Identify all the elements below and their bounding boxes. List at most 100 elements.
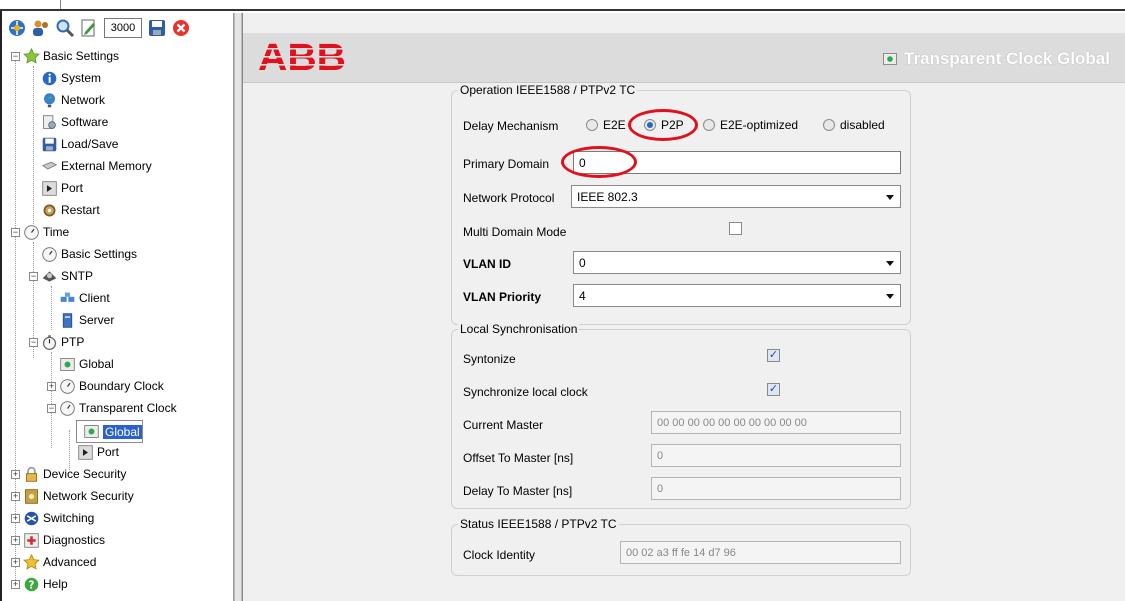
basic-settings-collapse-toggle[interactable]: − [11, 52, 20, 61]
page-title: Transparent Clock Global [882, 49, 1110, 69]
tree-sntp[interactable]: SNTP [40, 266, 93, 286]
tree-ptp-global[interactable]: Global [58, 354, 114, 374]
close-icon[interactable] [170, 17, 192, 39]
page-title-text: Transparent Clock Global [904, 49, 1110, 68]
chevron-down-icon [886, 294, 894, 299]
tree-software[interactable]: Software [40, 112, 108, 132]
primary-domain-label: Primary Domain [463, 157, 550, 171]
tree-network[interactable]: Network [40, 90, 105, 110]
server-icon [58, 311, 76, 329]
stopwatch-icon [40, 333, 58, 351]
global-icon [58, 355, 76, 373]
boundary-clock-expand-toggle[interactable]: + [47, 382, 56, 391]
chevron-down-icon [886, 261, 894, 266]
sntp-collapse-toggle[interactable]: − [29, 272, 38, 281]
chevron-down-icon [886, 195, 894, 200]
tree-restart[interactable]: Restart [40, 200, 100, 220]
port-icon [76, 443, 94, 461]
clock-icon [58, 377, 76, 395]
clock-identity-label: Clock Identity [463, 548, 536, 562]
radio-dot [586, 119, 598, 131]
tree-external-memory[interactable]: External Memory [40, 156, 152, 176]
tree-time[interactable]: Time [22, 222, 69, 242]
tree-basic-settings[interactable]: Basic Settings [22, 46, 119, 66]
tree-system[interactable]: System [40, 68, 101, 88]
global-icon [883, 53, 897, 65]
help-expand-toggle[interactable]: + [11, 580, 20, 589]
vlan-id-select[interactable]: 0 [573, 251, 901, 274]
delay-e2e-radio[interactable]: E2E [586, 118, 626, 132]
tree-help[interactable]: ? Help [22, 574, 68, 594]
advanced-expand-toggle[interactable]: + [11, 558, 20, 567]
multi-domain-checkbox[interactable] [729, 222, 742, 235]
app-window: 3000 − Basic Settings System Network Sof… [0, 0, 1125, 601]
tree-port[interactable]: Port [40, 178, 83, 198]
syntonize-checkbox[interactable]: ✓ [767, 349, 780, 362]
p2p-annotation-ring [628, 109, 698, 141]
vlan-priority-label: VLAN Priority [463, 290, 542, 304]
port-icon [40, 179, 58, 197]
tree-ptp[interactable]: PTP [40, 332, 84, 352]
memory-card-icon [40, 157, 58, 175]
star-icon [22, 47, 40, 65]
network-protocol-label: Network Protocol [463, 191, 555, 205]
tree-boundary-clock[interactable]: Boundary Clock [58, 376, 164, 396]
clock-icon [22, 223, 40, 241]
ptp-collapse-toggle[interactable]: − [29, 338, 38, 347]
device-security-expand-toggle[interactable]: + [11, 470, 20, 479]
switching-expand-toggle[interactable]: + [11, 514, 20, 523]
delay-disabled-radio[interactable]: disabled [823, 118, 885, 132]
vlan-priority-select[interactable]: 4 [573, 284, 901, 307]
clock-identity-field: 00 02 a3 ff fe 14 d7 96 [620, 541, 901, 564]
transparent-clock-collapse-toggle[interactable]: − [47, 404, 56, 413]
tree-server[interactable]: Server [58, 310, 114, 330]
delay-to-master-field: 0 [651, 477, 901, 500]
floppy-icon [40, 135, 58, 153]
lock-icon [22, 465, 40, 483]
svg-text:?: ? [28, 580, 34, 591]
offset-to-master-field: 0 [651, 444, 901, 467]
badge-icon [22, 487, 40, 505]
client-icon [58, 289, 76, 307]
users-icon[interactable] [30, 17, 52, 39]
tree-tc-port[interactable]: Port [76, 442, 119, 462]
sntp-icon [40, 267, 58, 285]
window-top-strip [0, 0, 1125, 11]
diagnostics-expand-toggle[interactable]: + [11, 536, 20, 545]
tree-device-security[interactable]: Device Security [22, 464, 126, 484]
tree-time-basic-settings[interactable]: Basic Settings [40, 244, 137, 264]
main-panel: ABB Transparent Clock Global Operation I… [242, 13, 1125, 601]
splitter[interactable] [234, 13, 242, 601]
time-collapse-toggle[interactable]: − [11, 228, 20, 237]
poll-interval-field[interactable]: 3000 [104, 18, 142, 38]
network-security-expand-toggle[interactable]: + [11, 492, 20, 501]
network-protocol-select[interactable]: IEEE 802.3 [571, 185, 901, 208]
info-icon [40, 69, 58, 87]
globe-icon [40, 91, 58, 109]
delay-e2e-optimized-radio[interactable]: E2E-optimized [703, 118, 798, 132]
toolbar: 3000 [6, 14, 192, 42]
tree-load-save[interactable]: Load/Save [40, 134, 118, 154]
edit-icon[interactable] [78, 17, 100, 39]
search-icon[interactable] [54, 17, 76, 39]
current-master-field: 00 00 00 00 00 00 00 00 00 00 [651, 411, 901, 434]
clock-icon [58, 399, 76, 417]
delay-mechanism-label: Delay Mechanism [463, 119, 559, 133]
radio-dot [703, 119, 715, 131]
abb-logo: ABB [257, 37, 347, 76]
vlan-id-label: VLAN ID [463, 257, 511, 271]
switching-icon [22, 509, 40, 527]
tree-transparent-clock[interactable]: Transparent Clock [58, 398, 177, 418]
tree-advanced[interactable]: Advanced [22, 552, 96, 572]
tree-client[interactable]: Client [58, 288, 110, 308]
radio-dot [823, 119, 835, 131]
tree-switching[interactable]: Switching [22, 508, 94, 528]
network-icon[interactable] [6, 17, 28, 39]
delay-to-master-label: Delay To Master [ns] [463, 484, 573, 498]
save-icon[interactable] [146, 17, 168, 39]
tree-network-security[interactable]: Network Security [22, 486, 134, 506]
local-sync-group-title: Local Synchronisation [458, 322, 580, 336]
sync-local-clock-checkbox[interactable]: ✓ [767, 383, 780, 396]
tree-tc-global[interactable]: Global [76, 420, 143, 443]
tree-diagnostics[interactable]: Diagnostics [22, 530, 105, 550]
